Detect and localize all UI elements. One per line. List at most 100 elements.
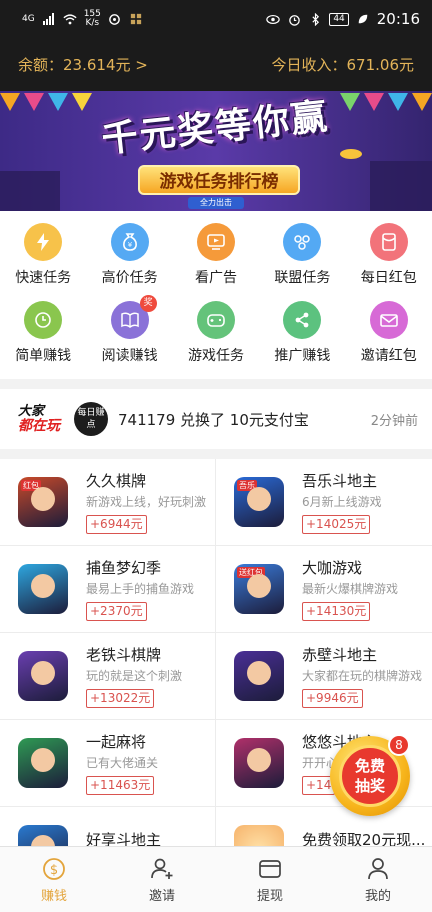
game-reward: +11463元 — [86, 775, 155, 795]
tab-invite[interactable]: 邀请 — [108, 847, 216, 912]
balance-link[interactable]: 余额：23.614元 > — [18, 54, 148, 75]
task-fast[interactable]: 快速任务 — [0, 223, 86, 287]
coin-icon: $ — [43, 857, 65, 880]
character-art — [247, 487, 271, 511]
game-card[interactable]: 赤壁斗地主 大家都在玩的棋牌游戏 +9946元 — [216, 633, 432, 720]
game-card[interactable]: 老铁斗棋牌 玩的就是这个刺激 +13022元 — [0, 633, 216, 720]
free-lottery-button[interactable]: 免费 抽奖 8 — [330, 734, 410, 816]
task-grid: 快速任务 ¥ 高价任务 看广告 联盟任务 每日红包 简单赚钱 奖 阅读赚钱 游戏… — [0, 211, 432, 379]
game-info: 赤壁斗地主 大家都在玩的棋牌游戏 +9946元 — [302, 645, 422, 708]
game-info: 老铁斗棋牌 玩的就是这个刺激 +13022元 — [86, 645, 182, 708]
game-list: 红包 久久棋牌 新游戏上线，好玩刺激 +6944元 吾乐 吾乐斗地主 6月新上线游戏 +140… — [0, 459, 432, 894]
tab-label: 提现 — [256, 888, 283, 904]
meiri-logo: 每日赚点 — [74, 402, 108, 436]
task-read-earn[interactable]: 奖 阅读赚钱 — [86, 295, 172, 365]
notice-time: 2分钟前 — [370, 413, 418, 429]
task-high-price[interactable]: ¥ 高价任务 — [86, 223, 172, 287]
network-speed: 155 K/s — [83, 9, 101, 28]
tab-earn[interactable]: $ 赚钱 — [0, 847, 108, 912]
reward-badge: 奖 — [139, 295, 157, 312]
game-card[interactable]: 送红包 大咖游戏 最新火爆棋牌游戏 +14130元 — [216, 546, 432, 633]
game-reward: +14130元 — [302, 601, 371, 621]
task-simple-earn[interactable]: 简单赚钱 — [0, 301, 86, 365]
lottery-count-badge: 8 — [388, 734, 410, 756]
character-art — [247, 661, 271, 685]
task-daily-redpacket[interactable]: 每日红包 — [346, 223, 432, 287]
game-reward: +13022元 — [86, 688, 155, 708]
dajia-logo: 大家 都在玩 — [18, 404, 60, 434]
bottom-tab-bar: $ 赚钱 邀请 提现 我的 — [0, 846, 432, 912]
game-desc: 最易上手的捕鱼游戏 — [86, 581, 195, 596]
game-reward: +14025元 — [302, 514, 371, 534]
tab-withdraw[interactable]: 提现 — [216, 847, 324, 912]
game-thumbnail — [18, 738, 68, 788]
game-thumbnail: 吾乐 — [234, 477, 284, 527]
game-card[interactable]: 捕鱼梦幻季最易上手的捕鱼游戏 +2370元 — [0, 546, 216, 633]
wallet-icon — [259, 859, 281, 878]
book-icon: 奖 — [110, 295, 157, 339]
character-art — [31, 574, 55, 598]
task-watch-ad[interactable]: 看广告 — [173, 223, 259, 287]
add-user-icon — [151, 858, 173, 879]
character-art — [247, 748, 271, 772]
game-name: 一起麻将 — [86, 732, 147, 751]
game-info: 捕鱼梦幻季最易上手的捕鱼游戏 +2370元 — [86, 558, 194, 621]
game-thumbnail: 送红包 — [234, 564, 284, 614]
lightning-icon — [24, 223, 63, 261]
game-desc: 已有大佬通关 — [86, 755, 159, 770]
status-bar: 4G 155 K/s 44 20:16 — [0, 0, 432, 38]
clock-icon — [24, 301, 63, 339]
signal-bars-icon — [42, 12, 56, 26]
ufo-decoration — [340, 149, 362, 159]
task-label: 看广告 — [194, 270, 237, 286]
building-decoration — [0, 171, 60, 211]
game-card[interactable]: 吾乐 吾乐斗地主 6月新上线游戏 +14025元 — [216, 459, 432, 546]
task-promote[interactable]: 推广赚钱 — [259, 301, 345, 365]
banner-subtitle: 游戏任务排行榜 — [138, 165, 300, 195]
game-info: 吾乐斗地主 6月新上线游戏 +14025元 — [302, 471, 382, 534]
network-icon — [283, 223, 322, 261]
task-label: 简单赚钱 — [15, 348, 72, 364]
tab-label: 邀请 — [148, 888, 175, 904]
game-card[interactable]: 红包 久久棋牌 新游戏上线，好玩刺激 +6944元 — [0, 459, 216, 546]
character-art — [31, 661, 55, 685]
balance-bar: 余额：23.614元 > 今日收入：671.06元 — [0, 38, 432, 91]
today-income: 今日收入：671.06元 — [271, 56, 415, 74]
game-name: 老铁斗棋牌 — [86, 645, 162, 664]
game-name: 久久棋牌 — [86, 471, 147, 490]
game-card[interactable]: 一起麻将已有大佬通关 +11463元 — [0, 720, 216, 807]
wifi-icon — [63, 12, 77, 26]
battery-indicator: 44 — [329, 12, 349, 26]
signal-indicator: 4G — [22, 13, 35, 24]
svg-text:$: $ — [50, 863, 58, 878]
banner-tag: 全力出击 — [188, 197, 244, 209]
game-name: 捕鱼梦幻季 — [86, 558, 162, 577]
game-reward: +2370元 — [86, 601, 147, 621]
eye-icon — [266, 12, 281, 26]
task-label: 阅读赚钱 — [101, 348, 158, 364]
game-name: 大咖游戏 — [302, 558, 363, 577]
game-reward: +6944元 — [86, 514, 147, 534]
exchange-notice[interactable]: 大家 都在玩 每日赚点 741179 兑换了 10元支付宝 2分钟前 — [0, 389, 432, 449]
game-thumbnail — [234, 738, 284, 788]
svg-text:¥: ¥ — [127, 241, 132, 249]
game-desc: 6月新上线游戏 — [302, 494, 382, 509]
task-alliance[interactable]: 联盟任务 — [259, 223, 345, 287]
game-desc: 大家都在玩的棋牌游戏 — [302, 668, 423, 683]
tv-icon — [196, 223, 235, 261]
tab-mine[interactable]: 我的 — [324, 847, 432, 912]
task-label: 邀请红包 — [360, 348, 417, 364]
task-label: 高价任务 — [101, 270, 158, 286]
red-packet-icon — [369, 223, 408, 261]
leaf-icon — [356, 12, 370, 26]
task-invite-redpacket[interactable]: 邀请红包 — [346, 301, 432, 365]
character-art — [31, 487, 55, 511]
game-reward: +9946元 — [302, 688, 363, 708]
promo-banner[interactable]: 千元奖等你赢 游戏任务排行榜 全力出击 — [0, 91, 432, 211]
bluetooth-icon — [308, 12, 322, 26]
game-info: 一起麻将已有大佬通关 +11463元 — [86, 732, 158, 795]
task-label: 推广赚钱 — [274, 348, 331, 364]
task-label: 联盟任务 — [274, 270, 331, 286]
task-game[interactable]: 游戏任务 — [173, 301, 259, 365]
task-label: 快速任务 — [15, 270, 72, 286]
